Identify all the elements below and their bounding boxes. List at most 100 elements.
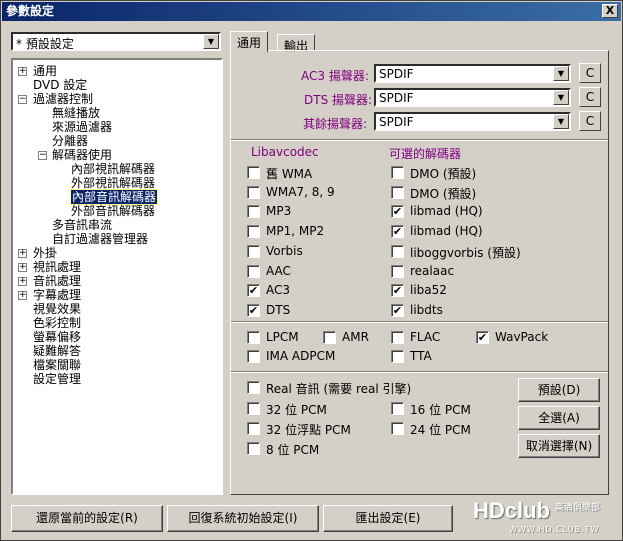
collapse-icon[interactable]: − [18,95,27,104]
tree-item[interactable]: 多音訊串流 [52,218,112,232]
tree-item[interactable]: 音訊處理 [33,274,81,288]
tree-item[interactable]: 通用 [33,64,57,78]
alt-decoder-label: libmad (HQ) [410,204,483,219]
libavcodec-checkbox[interactable] [247,205,260,219]
alt-decoder-checkbox[interactable] [391,264,404,278]
tree-item[interactable]: 過濾器控制 [33,92,93,106]
libavcodec-checkbox[interactable] [247,166,260,179]
settings-tree[interactable]: + 通用 DVD 設定 − 過濾器控制 無縫播放 來源過濾器 分離器 − 解碼器使用 內部視訊解碼器… [11,58,223,495]
tree-item[interactable]: 疑難解答 [33,344,81,358]
tree-item[interactable]: 外部視訊解碼器 [71,176,155,190]
format-checkbox[interactable] [247,331,260,344]
tree-item-label: 設定管理 [33,372,82,386]
tree-item-label: 外掛 [33,246,58,260]
libavcodec-checkbox[interactable] [247,264,260,278]
dts-config-button[interactable]: C [579,87,601,107]
alt-decoder-label: libdts [410,302,443,317]
dts-speaker-label: DTS 揚聲器: [304,93,373,107]
divider [231,371,608,373]
libavcodec-checkbox[interactable] [247,225,260,239]
pcm-label: Real 音訊 (需要 real 引擎) [266,382,412,396]
chevron-down-icon[interactable]: ▼ [203,34,219,49]
select-all-button[interactable]: 全選(A) [518,406,600,430]
tree-item-label: 過濾器控制 [33,92,94,106]
libavcodec-checkbox[interactable] [247,185,260,199]
pcm-checkbox[interactable] [391,422,404,435]
libavcodec-checkbox[interactable]: ✔ [247,284,260,298]
libavcodec-label: 舊 WMA [266,167,313,181]
format-checkbox[interactable] [323,331,336,344]
format-checkbox[interactable] [391,350,404,363]
default-button[interactable]: 預設(D) [518,378,600,402]
pcm-checkbox[interactable] [247,442,260,455]
restore-settings-button[interactable]: 還原當前的設定(R) [11,505,163,532]
other-config-button[interactable]: C [579,111,601,131]
ac3-config-button[interactable]: C [579,63,601,83]
format-checkbox[interactable] [247,350,260,363]
alt-decoder-checkbox[interactable] [391,244,404,258]
chevron-down-icon[interactable]: ▼ [553,66,569,81]
expand-icon[interactable]: + [18,263,27,272]
collapse-icon[interactable]: − [38,151,47,160]
hdclub-watermark: HDclub 高清俱樂部 WWW.HD.CLUB.TW [469,498,619,538]
window-title: 參數設定 [6,4,55,18]
tree-item[interactable]: 內部視訊解碼器 [71,162,155,176]
ac3-speaker-select[interactable]: SPDIF ▼ [374,64,571,83]
dts-speaker-select[interactable]: SPDIF ▼ [374,88,571,107]
alt-decoder-checkbox[interactable] [391,185,404,199]
expand-icon[interactable]: + [18,291,27,300]
tree-item-label: 自訂過濾器管理器 [52,232,149,246]
tree-item[interactable]: 來源過濾器 [52,120,112,134]
tree-item[interactable]: 分離器 [52,134,88,148]
dts-speaker-value: SPDIF [379,91,414,105]
tree-item[interactable]: 螢幕偏移 [33,330,81,344]
format-label: FLAC [410,330,441,344]
expand-icon[interactable]: + [18,67,27,76]
alt-decoder-checkbox[interactable]: ✔ [391,284,404,298]
libavcodec-label: AAC [266,263,291,278]
tree-item[interactable]: 檔案關聯 [33,358,81,372]
alt-decoder-checkbox[interactable]: ✔ [391,205,404,219]
tree-item[interactable]: 視訊處理 [33,260,81,274]
tree-item[interactable]: DVD 設定 [33,78,87,92]
tree-item[interactable]: 自訂過濾器管理器 [52,232,148,246]
reset-defaults-button[interactable]: 回復系統初始設定(I) [167,505,319,532]
libavcodec-checkbox[interactable]: ✔ [247,303,260,317]
pcm-checkbox[interactable] [247,402,260,415]
tree-item[interactable]: 外部音訊解碼器 [71,204,155,218]
deselect-button[interactable]: 取消選擇(N) [518,434,600,458]
watermark-cn: 高清俱樂部 [555,503,601,513]
close-button[interactable]: X [602,4,618,18]
divider [231,321,608,323]
alt-decoder-checkbox[interactable] [391,166,404,179]
tab-general[interactable]: 通用 [230,31,269,52]
tree-item[interactable]: 設定管理 [33,372,81,386]
format-checkbox[interactable] [391,331,404,344]
expand-icon[interactable]: + [18,277,27,286]
libavcodec-checkbox[interactable] [247,244,260,258]
tree-item[interactable]: 內部音訊解碼器 [69,189,159,205]
format-checkbox[interactable]: ✔ [476,331,489,344]
tree-item[interactable]: 字幕處理 [33,288,81,302]
tree-item[interactable]: 色彩控制 [33,316,81,330]
preset-select[interactable]: * 預設設定 ▼ [11,32,221,51]
expand-icon[interactable]: + [18,249,27,258]
other-speaker-select[interactable]: SPDIF ▼ [374,112,571,131]
tree-item[interactable]: 解碼器使用 [52,148,112,162]
tree-item-label: 疑難解答 [33,344,82,358]
chevron-down-icon[interactable]: ▼ [553,114,569,129]
pcm-checkbox[interactable] [247,381,260,394]
tree-item-label: 視訊處理 [33,260,82,274]
tab-output[interactable]: 輸出 [277,34,316,53]
chevron-down-icon[interactable]: ▼ [553,90,569,105]
tree-item[interactable]: 視覺效果 [33,302,81,316]
pcm-checkbox[interactable] [391,402,404,415]
divider [231,139,608,141]
alt-decoder-checkbox[interactable]: ✔ [391,303,404,317]
tree-item[interactable]: 外掛 [33,246,57,260]
tree-item-label: 多音訊串流 [52,218,113,232]
pcm-checkbox[interactable] [247,422,260,435]
alt-decoder-checkbox[interactable]: ✔ [391,225,404,239]
tree-item[interactable]: 無縫播放 [52,106,100,120]
export-settings-button[interactable]: 匯出設定(E) [323,505,453,532]
